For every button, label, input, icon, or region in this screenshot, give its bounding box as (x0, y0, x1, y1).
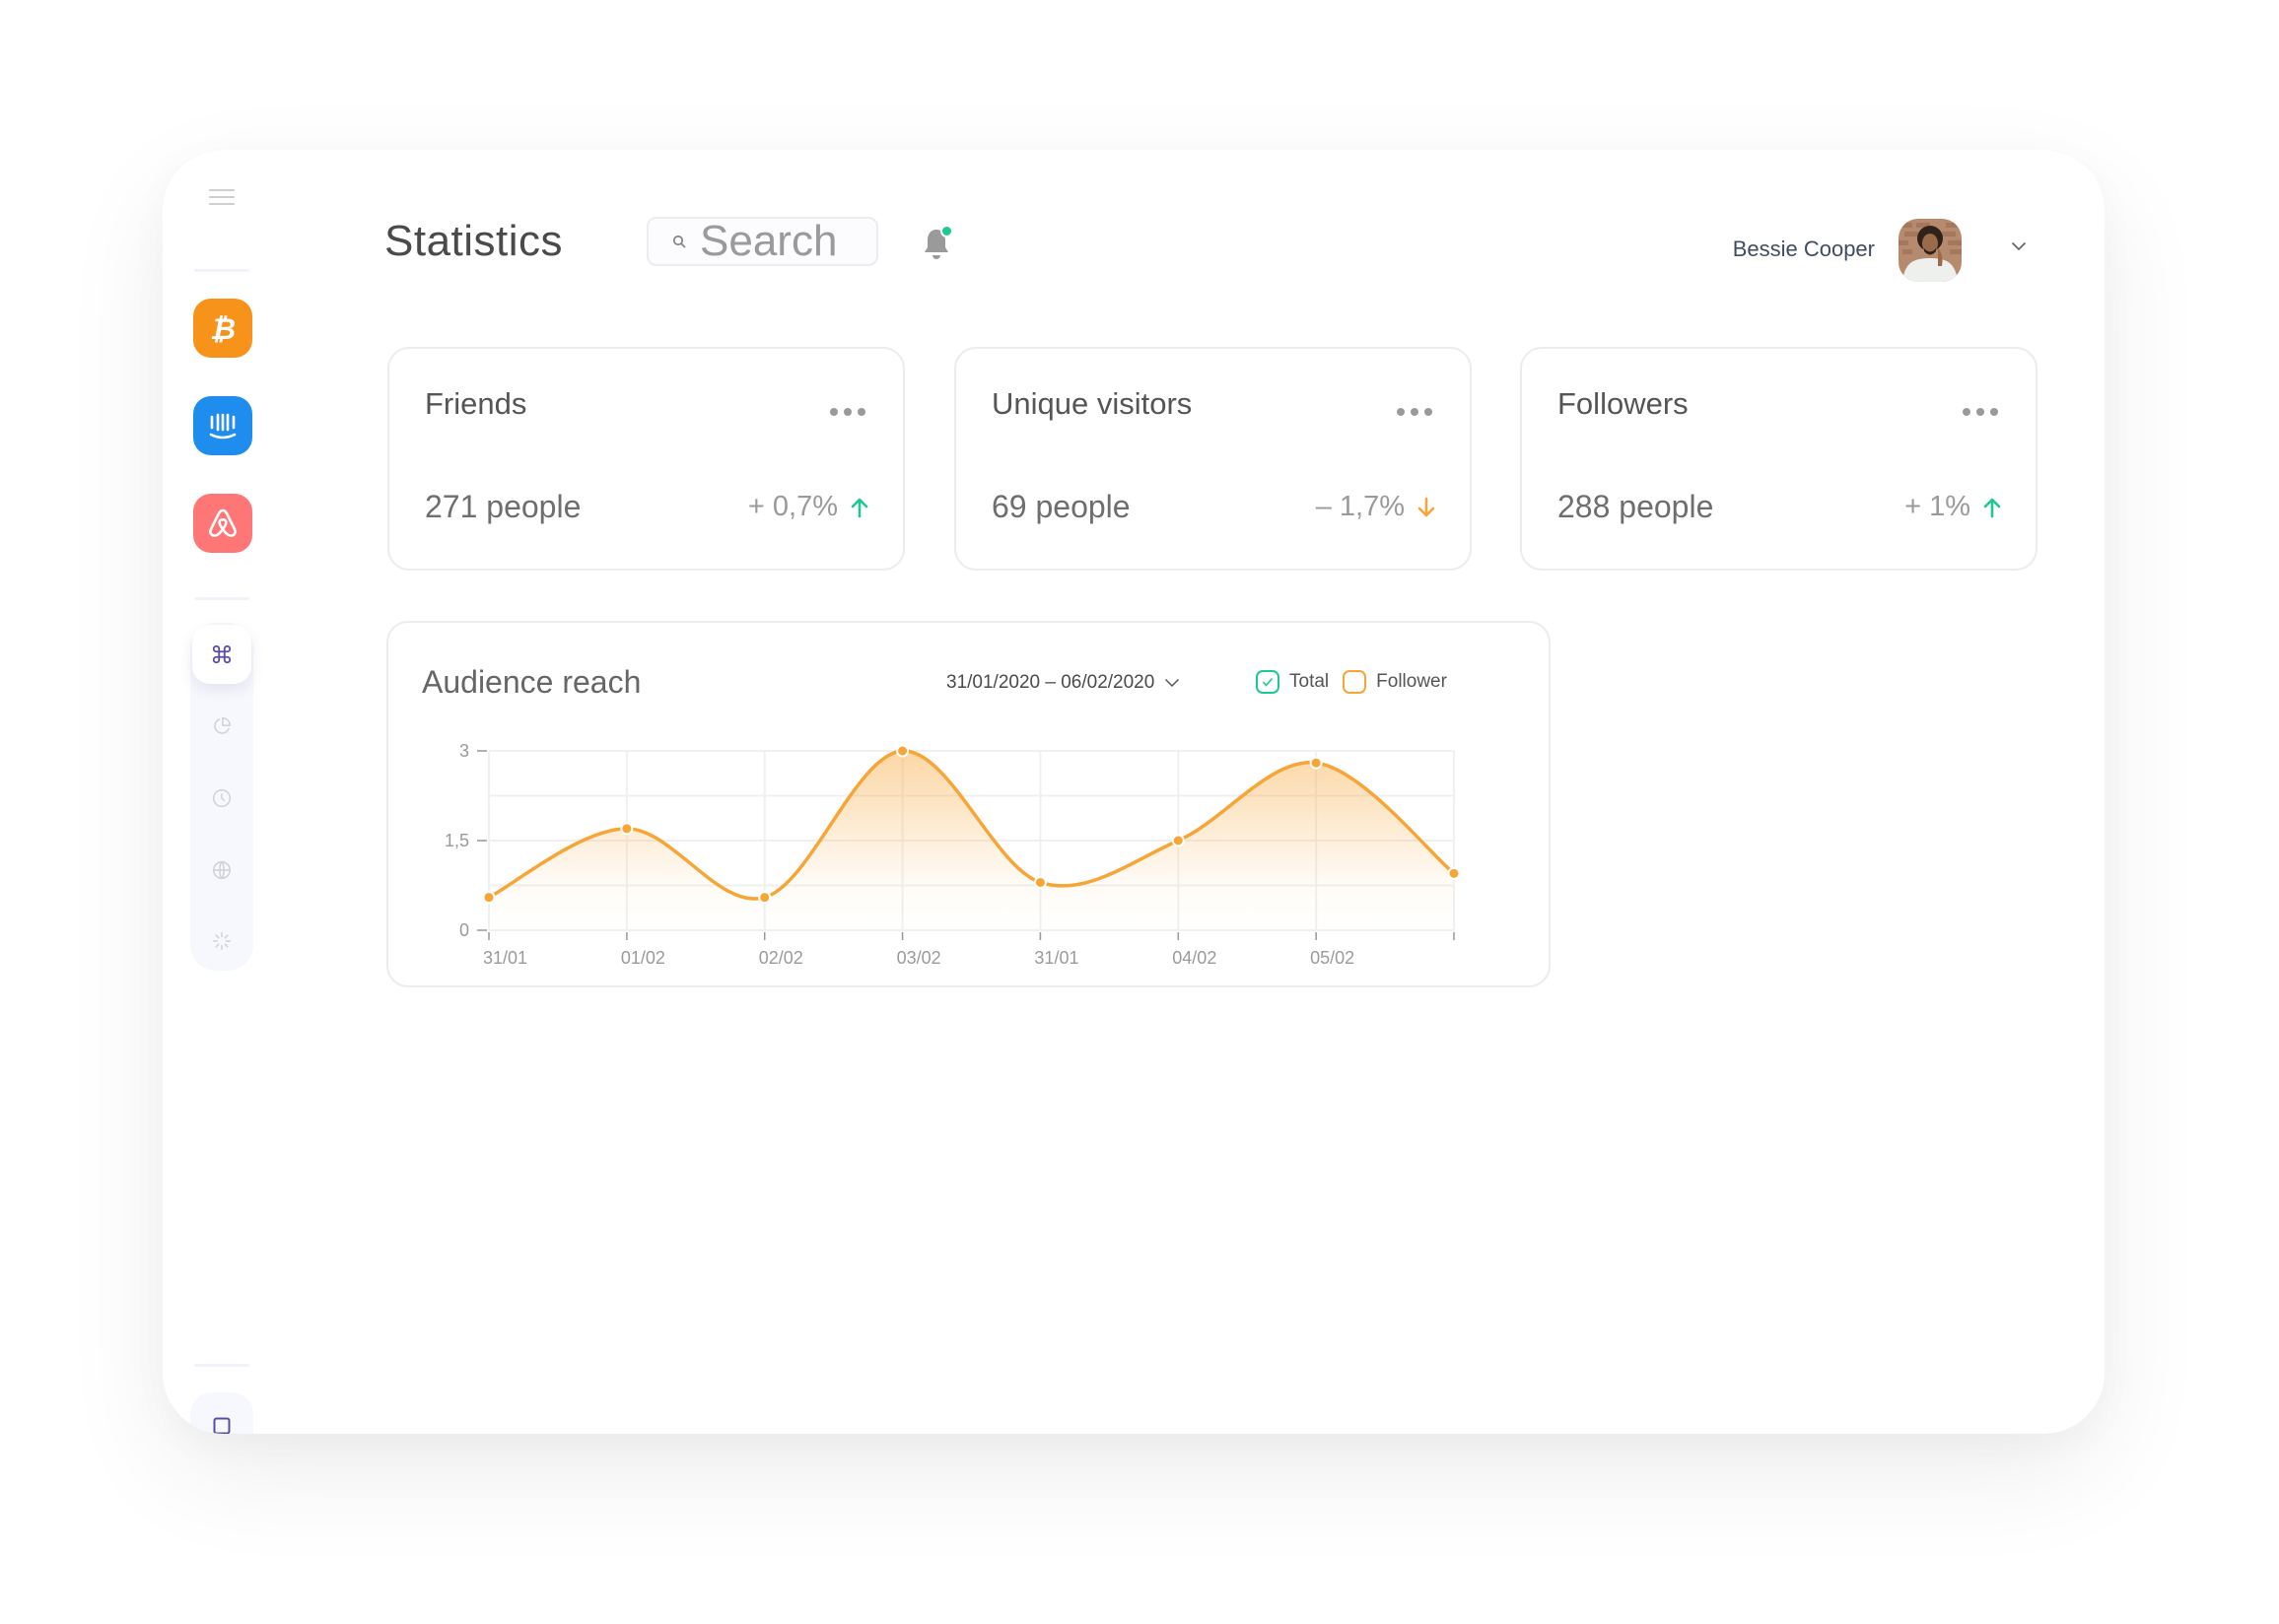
more-options-button[interactable] (1959, 404, 2002, 420)
stat-card-followers: Followers 288 people + 1% (1520, 347, 2037, 571)
sidebar-app-bitcoin[interactable]: ₿ (193, 299, 252, 358)
sidebar-nav-global[interactable] (190, 846, 253, 894)
hamburger-icon[interactable] (209, 189, 235, 209)
y-tick-label: 0 (459, 920, 469, 940)
sidebar-nav (190, 623, 253, 971)
sidebar-divider (194, 269, 249, 272)
x-tick-label: 04/02 (1172, 948, 1216, 968)
data-point (1033, 875, 1047, 889)
pie-chart-icon (214, 717, 231, 734)
loader-icon (213, 932, 231, 950)
notifications-button[interactable] (920, 225, 953, 264)
x-tick-label: 31/01 (483, 948, 527, 968)
sidebar-nav-loading[interactable] (190, 917, 253, 965)
notification-badge (940, 225, 953, 237)
search-icon (672, 235, 686, 248)
stat-change: – 1,7% (1316, 491, 1436, 523)
app-window: ₿ Statistics Search Bessie Cooper Friend… (163, 150, 2105, 1434)
avatar[interactable] (1899, 219, 1962, 282)
x-tick-label: 03/02 (897, 948, 941, 968)
series-area-follower (489, 750, 1454, 930)
more-options-button[interactable] (826, 404, 869, 420)
audience-chart: 0 1,5 3 31/01 01/02 02/02 03/02 31/01 04/02 05/0… (445, 741, 1461, 968)
sidebar-app-airbnb[interactable] (193, 494, 252, 553)
airbnb-icon (209, 508, 237, 537)
stat-value: 271 people (425, 489, 582, 524)
globe-icon (213, 860, 231, 880)
data-point (620, 822, 634, 836)
stat-change: + 1% (1904, 491, 2002, 523)
stat-change-value: – 1,7% (1315, 491, 1405, 522)
intercom-icon (209, 413, 237, 440)
x-tick-label: 31/01 (1034, 948, 1078, 968)
sidebar-nav-command[interactable] (192, 625, 251, 684)
stat-value: 69 people (992, 489, 1131, 524)
y-tick-label: 1,5 (445, 831, 469, 850)
sidebar-divider (194, 597, 249, 600)
stat-card-friends: Friends 271 people + 0,7% (387, 347, 905, 571)
user-name[interactable]: Bessie Cooper (1733, 237, 1875, 262)
arrow-up-icon (1983, 498, 2001, 517)
page-title: Statistics (384, 217, 564, 265)
data-point (758, 891, 772, 905)
stat-title: Followers (1557, 386, 1689, 421)
avatar-image (1899, 219, 1962, 282)
svg-text:₿: ₿ (210, 312, 236, 346)
command-icon (212, 644, 232, 664)
bitcoin-icon: ₿ (210, 312, 236, 346)
y-tick-label: 3 (459, 741, 469, 761)
stat-change-value: + 1% (1904, 491, 1970, 522)
chevron-down-icon[interactable] (2011, 241, 2027, 251)
sidebar-divider (194, 1364, 249, 1367)
sidebar-app-intercom[interactable] (193, 396, 252, 455)
search-input[interactable] (700, 217, 867, 266)
sidebar-nav-history[interactable] (190, 775, 253, 822)
search-box[interactable] (647, 217, 878, 266)
data-point (1171, 834, 1185, 847)
stat-change-value: + 0,7% (747, 491, 838, 522)
sidebar-nav-statistics[interactable] (190, 703, 253, 750)
data-point (1309, 756, 1323, 770)
stat-card-unique-visitors: Unique visitors 69 people – 1,7% (954, 347, 1472, 571)
arrow-down-icon (1417, 497, 1435, 516)
arrow-up-icon (851, 498, 868, 517)
stat-title: Unique visitors (992, 386, 1193, 421)
stat-change: + 0,7% (748, 491, 869, 523)
clock-icon (213, 789, 231, 807)
data-point (482, 891, 496, 905)
x-tick-label: 02/02 (759, 948, 803, 968)
audience-reach-card: Audience reach 31/01/2020 – 06/02/2020 T… (386, 621, 1551, 987)
square-icon (213, 1417, 231, 1434)
data-point (1447, 866, 1461, 880)
more-options-button[interactable] (1393, 404, 1436, 420)
x-tick-label: 05/02 (1310, 948, 1354, 968)
stat-title: Friends (425, 386, 527, 421)
x-tick-label: 01/02 (621, 948, 665, 968)
sidebar-bottom-button[interactable] (190, 1392, 253, 1434)
stat-value: 288 people (1557, 489, 1714, 524)
data-point (896, 744, 910, 758)
